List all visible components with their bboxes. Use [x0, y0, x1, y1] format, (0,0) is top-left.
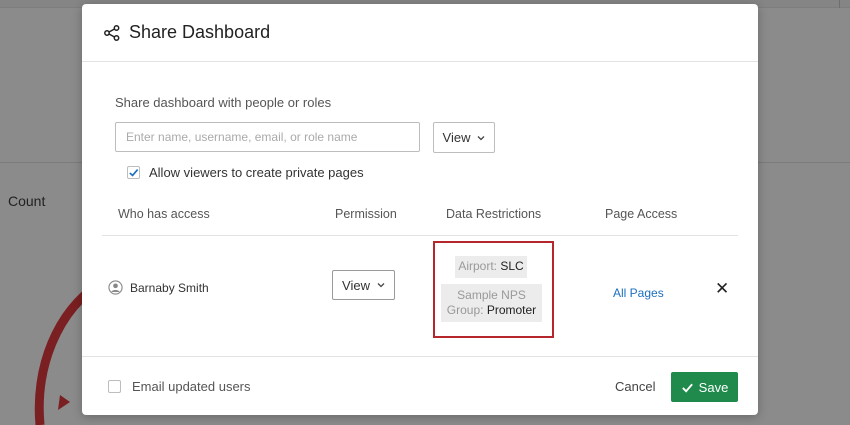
column-header-who: Who has access [118, 207, 210, 221]
chevron-down-icon [478, 135, 485, 140]
restriction-field: Group: [446, 303, 484, 317]
restriction-value: SLC [500, 259, 524, 273]
modal-header: Share Dashboard [82, 4, 758, 62]
save-button-label: Save [698, 379, 729, 395]
user-permission-select[interactable]: View [332, 270, 395, 300]
restriction-field: Airport: [458, 259, 497, 273]
modal-title: Share Dashboard [129, 22, 271, 42]
user-name: Barnaby Smith [130, 280, 209, 295]
allow-private-pages-label: Allow viewers to create private pages [149, 165, 364, 180]
checkmark-icon [129, 169, 139, 177]
remove-user-icon[interactable]: ✕ [715, 280, 729, 297]
email-updated-users-label: Email updated users [132, 379, 251, 394]
new-permission-value: View [442, 130, 471, 145]
page-access-link[interactable]: All Pages [613, 286, 664, 300]
allow-private-pages-checkbox[interactable] [127, 166, 140, 179]
new-permission-select[interactable]: View [433, 122, 495, 153]
share-dashboard-modal: Share Dashboard Share dashboard with peo… [82, 4, 758, 415]
user-icon [108, 280, 123, 295]
email-updated-users-checkbox[interactable] [108, 380, 121, 393]
background-widget-title: Count [8, 193, 46, 209]
search-input[interactable] [115, 122, 420, 152]
email-updated-users-option[interactable]: Email updated users [108, 379, 251, 394]
allow-private-pages-option[interactable]: Allow viewers to create private pages [127, 165, 364, 180]
checkmark-icon [681, 383, 693, 393]
column-header-page-access: Page Access [605, 207, 678, 221]
background-divider [839, 0, 840, 8]
table-row-user: Barnaby Smith [108, 280, 209, 295]
column-header-permission: Permission [335, 207, 397, 221]
user-permission-value: View [342, 277, 370, 293]
cancel-button[interactable]: Cancel [615, 379, 655, 394]
share-icon [104, 24, 120, 41]
restriction-value: Promoter [486, 303, 537, 317]
restriction-field: Sample NPS [457, 288, 526, 302]
restriction-tag-airport[interactable]: Airport: SLC [455, 256, 527, 278]
save-button[interactable]: Save [671, 372, 738, 402]
column-header-data-restrictions: Data Restrictions [446, 207, 542, 221]
chevron-down-icon [377, 283, 385, 288]
restriction-tag-nps-group[interactable]: Sample NPS Group: Promoter [441, 284, 542, 322]
data-restrictions-cell: Airport: SLC Sample NPS Group: Promoter [433, 241, 554, 338]
table-divider [102, 235, 738, 236]
share-label: Share dashboard with people or roles [115, 95, 332, 110]
